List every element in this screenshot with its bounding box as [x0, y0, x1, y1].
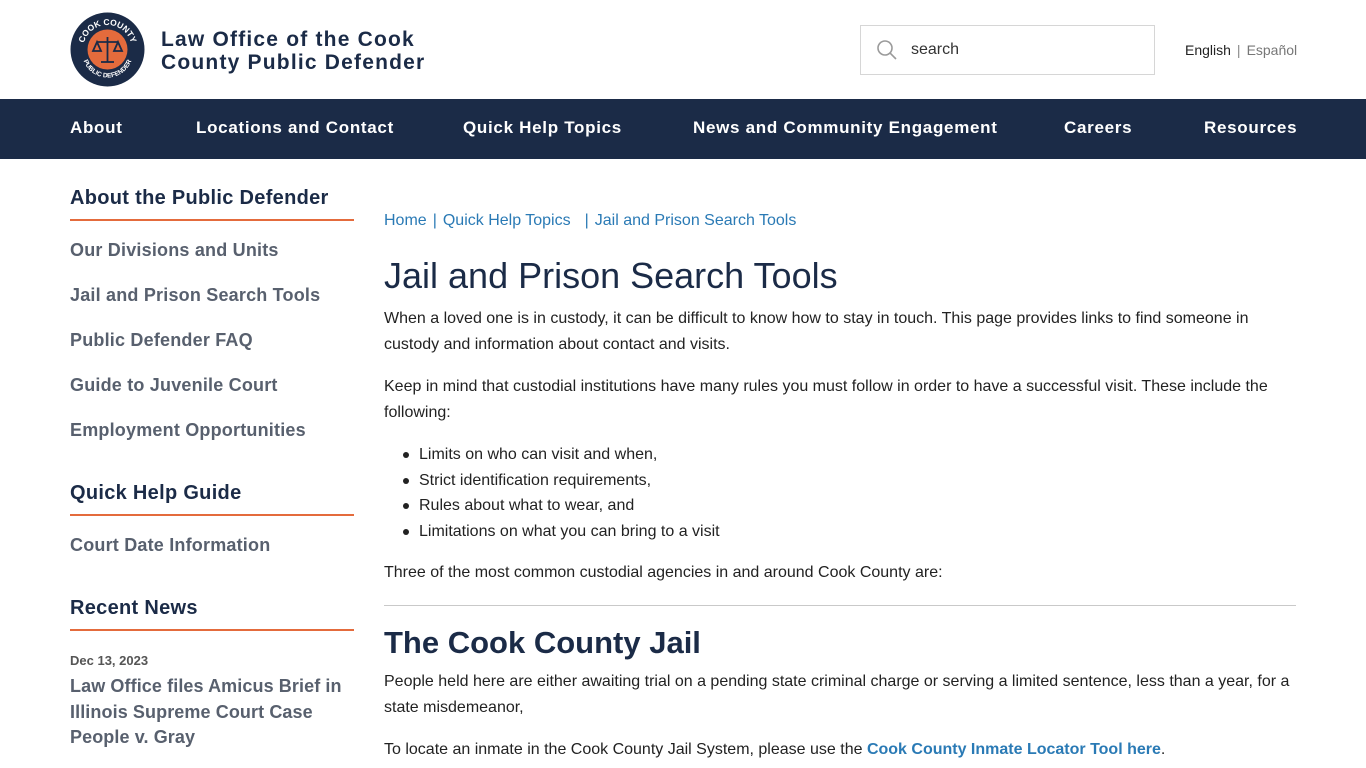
breadcrumb-home[interactable]: Home — [384, 212, 427, 229]
section-divider — [384, 605, 1296, 606]
rules-list: Limits on who can visit and when, Strict… — [403, 442, 720, 545]
sidebar-item-faq[interactable]: Public Defender FAQ — [70, 330, 253, 351]
main-nav: About Locations and Contact Quick Help T… — [0, 99, 1366, 159]
locator-prefix-text: To locate an inmate in the Cook County J… — [384, 741, 867, 758]
lang-spanish-link[interactable]: Español — [1247, 42, 1298, 58]
section-heading-cook-county-jail: The Cook County Jail — [384, 625, 701, 660]
intro-paragraph: When a loved one is in custody, it can b… — [384, 310, 1249, 353]
site-title-line1: Law Office of the Cook — [161, 28, 415, 51]
news-date: Dec 13, 2023 — [70, 653, 149, 668]
breadcrumb-separator: | — [432, 212, 437, 229]
page-title: Jail and Prison Search Tools — [384, 255, 838, 296]
scales-of-justice-logo-icon: COOK COUNTY PUBLIC DEFENDER — [70, 12, 145, 87]
inmate-locator-link[interactable]: Cook County Inmate Locator Tool here — [867, 741, 1161, 758]
nav-item-resources[interactable]: Resources — [1204, 99, 1297, 159]
nav-item-careers[interactable]: Careers — [1064, 99, 1132, 159]
sidebar-item-court-date[interactable]: Court Date Information — [70, 535, 270, 556]
list-item: Limits on who can visit and when, — [403, 442, 720, 468]
lang-english-link[interactable]: English — [1185, 42, 1231, 58]
breadcrumb: Home | Quick Help Topics | Jail and Prison S… — [384, 212, 796, 230]
lang-separator: | — [1236, 42, 1241, 58]
sidebar-item-employment[interactable]: Employment Opportunities — [70, 420, 306, 441]
nav-item-quick-help-topics[interactable]: Quick Help Topics — [463, 99, 622, 159]
search-icon[interactable] — [875, 38, 899, 62]
site-logo[interactable]: COOK COUNTY PUBLIC DEFENDER — [70, 12, 145, 87]
site-title[interactable]: Law Office of the Cook County Public Def… — [161, 28, 451, 74]
sidebar-heading-about: About the Public Defender — [70, 187, 354, 221]
breadcrumb-quick-help-topics[interactable]: Quick Help Topics — [443, 212, 571, 229]
sidebar-heading-recent-news: Recent News — [70, 597, 354, 631]
nav-item-about[interactable]: About — [70, 99, 123, 159]
sidebar-heading-quick-help: Quick Help Guide — [70, 482, 354, 516]
site-title-line2: County Public Defender — [161, 51, 426, 74]
rules-intro-paragraph: Keep in mind that custodial institutions… — [384, 378, 1268, 421]
sidebar-item-jail-search[interactable]: Jail and Prison Search Tools — [70, 285, 320, 306]
news-title-link[interactable]: Law Office files Amicus Brief in Illinoi… — [70, 674, 355, 751]
sidebar-item-juvenile-court[interactable]: Guide to Juvenile Court — [70, 375, 278, 396]
list-item: Rules about what to wear, and — [403, 493, 720, 519]
agencies-intro-paragraph: Three of the most common custodial agenc… — [384, 564, 943, 581]
list-item: Limitations on what you can bring to a v… — [403, 519, 720, 545]
locator-suffix-text: . — [1160, 741, 1166, 758]
language-switcher: English | Español — [1185, 42, 1297, 58]
locator-paragraph: To locate an inmate in the Cook County J… — [384, 737, 1296, 763]
breadcrumb-separator: | — [584, 212, 589, 229]
breadcrumb-current[interactable]: Jail and Prison Search Tools — [595, 212, 797, 229]
nav-item-news-and-community[interactable]: News and Community Engagement — [693, 99, 998, 159]
search-box — [860, 25, 1155, 75]
nav-item-locations-and-contact[interactable]: Locations and Contact — [196, 99, 394, 159]
sidebar-item-divisions[interactable]: Our Divisions and Units — [70, 240, 279, 261]
search-input[interactable] — [911, 41, 1131, 59]
jail-description-paragraph: People held here are either awaiting tri… — [384, 673, 1290, 716]
list-item: Strict identification requirements, — [403, 468, 720, 494]
